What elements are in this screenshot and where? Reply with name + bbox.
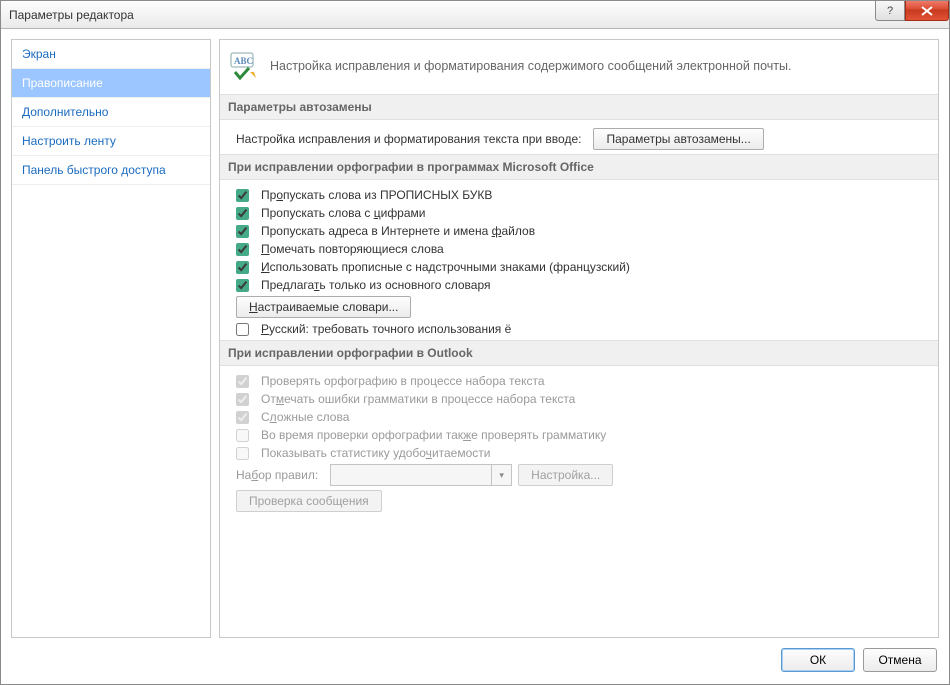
content-pane: ABC Настройка исправления и форматирован…: [219, 39, 939, 638]
sidebar-item-customize-ribbon[interactable]: Настроить ленту: [12, 127, 210, 156]
check-grammar-as-type-label: Отмечать ошибки грамматики в процессе на…: [261, 392, 575, 406]
ruleset-settings-button: Настройка...: [518, 464, 613, 486]
sidebar-item-label: Правописание: [22, 76, 103, 90]
check-main-dict-only[interactable]: [236, 279, 249, 292]
check-internet-files-label: Пропускать адреса в Интернете и имена фа…: [261, 224, 535, 238]
check-repeated[interactable]: [236, 243, 249, 256]
check-readability-stats: [236, 447, 249, 460]
check-french-accents[interactable]: [236, 261, 249, 274]
section-autocorrect-header: Параметры автозамены: [220, 94, 938, 120]
check-internet-files[interactable]: [236, 225, 249, 238]
autocorrect-row-label: Настройка исправления и форматирования т…: [236, 132, 581, 146]
section-outlook-spell-header: При исправлении орфографии в Outlook: [220, 340, 938, 366]
button-label: Параметры автозамены...: [606, 132, 750, 146]
check-spell-as-type: [236, 375, 249, 388]
chevron-down-icon: ▾: [491, 465, 511, 485]
help-icon: ?: [887, 5, 893, 17]
titlebar[interactable]: Параметры редактора ?: [1, 1, 949, 29]
page-subtitle: Настройка исправления и форматирования с…: [270, 59, 791, 73]
button-label: Настройка...: [531, 468, 600, 482]
check-russian-yo-label: Русский: требовать точного использования…: [261, 322, 511, 336]
check-grammar-with-spell: [236, 429, 249, 442]
button-label: ОК: [810, 653, 826, 667]
cancel-button[interactable]: Отмена: [863, 648, 937, 672]
editor-options-dialog: Параметры редактора ? Экран Правописание…: [0, 0, 950, 685]
ruleset-label: Набор правил:: [236, 468, 318, 482]
sidebar-item-screen[interactable]: Экран: [12, 40, 210, 69]
check-complex-words-label: Сложные слова: [261, 410, 349, 424]
sidebar-item-label: Панель быстрого доступа: [22, 163, 166, 177]
sidebar-item-label: Настроить ленту: [22, 134, 116, 148]
close-button[interactable]: [905, 1, 949, 21]
check-grammar-as-type: [236, 393, 249, 406]
close-icon: [921, 6, 933, 16]
check-uppercase[interactable]: [236, 189, 249, 202]
ok-button[interactable]: ОК: [781, 648, 855, 672]
sidebar-item-advanced[interactable]: Дополнительно: [12, 98, 210, 127]
check-repeated-label: Помечать повторяющиеся слова: [261, 242, 444, 256]
help-button[interactable]: ?: [875, 1, 905, 21]
check-numbers-label: Пропускать слова с цифрами: [261, 206, 426, 220]
custom-dictionaries-button[interactable]: Настраиваемые словари...: [236, 296, 411, 318]
window-controls: ?: [875, 1, 949, 23]
sidebar-item-quick-access[interactable]: Панель быстрого доступа: [12, 156, 210, 185]
check-complex-words: [236, 411, 249, 424]
client-area: Экран Правописание Дополнительно Настрои…: [1, 29, 949, 684]
proofing-header-icon: ABC: [230, 52, 260, 80]
category-sidebar: Экран Правописание Дополнительно Настрои…: [11, 39, 211, 638]
check-uppercase-label: Пропускать слова из ПРОПИСНЫХ БУКВ: [261, 188, 492, 202]
dialog-button-row: ОК Отмена: [11, 638, 939, 674]
button-label: Настраиваемые словари...: [249, 300, 398, 314]
check-readability-stats-label: Показывать статистику удобочитаемости: [261, 446, 490, 460]
recheck-message-button: Проверка сообщения: [236, 490, 382, 512]
sidebar-item-label: Экран: [22, 47, 56, 61]
sidebar-item-proofing[interactable]: Правописание: [12, 69, 210, 98]
sidebar-item-label: Дополнительно: [22, 105, 108, 119]
ruleset-combo: ▾: [330, 464, 512, 486]
check-main-dict-only-label: Предлагать только из основного словаря: [261, 278, 491, 292]
svg-text:ABC: ABC: [234, 56, 253, 66]
check-numbers[interactable]: [236, 207, 249, 220]
button-label: Проверка сообщения: [249, 494, 369, 508]
autocorrect-options-button[interactable]: Параметры автозамены...: [593, 128, 763, 150]
check-russian-yo[interactable]: [236, 323, 249, 336]
check-spell-as-type-label: Проверять орфографию в процессе набора т…: [261, 374, 545, 388]
section-office-spell-header: При исправлении орфографии в программах …: [220, 154, 938, 180]
check-french-accents-label: Использовать прописные с надстрочными зн…: [261, 260, 630, 274]
button-label: Отмена: [878, 653, 921, 667]
ruleset-combo-value: [331, 465, 491, 485]
check-grammar-with-spell-label: Во время проверки орфографии также прове…: [261, 428, 606, 442]
window-title: Параметры редактора: [9, 8, 134, 22]
